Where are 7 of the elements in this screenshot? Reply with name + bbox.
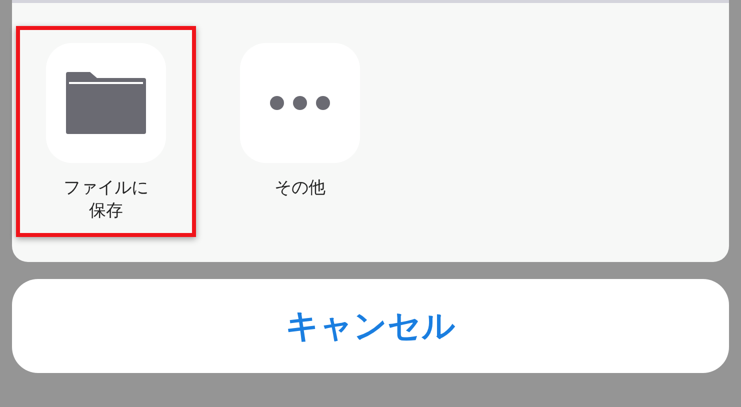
action-tile[interactable] xyxy=(240,43,360,163)
action-label: その他 xyxy=(274,177,326,200)
folder-icon xyxy=(66,72,146,134)
action-tile[interactable] xyxy=(46,43,166,163)
more-icon xyxy=(270,96,330,110)
action-label: ファイルに保存 xyxy=(62,177,150,223)
cancel-button[interactable]: キャンセル xyxy=(12,279,729,373)
